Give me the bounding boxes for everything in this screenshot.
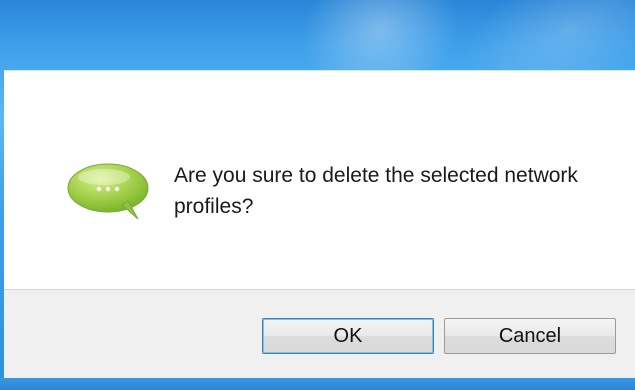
dialog-window: Are you sure to delete the selected netw…	[0, 0, 635, 390]
speech-bubble-icon	[67, 163, 149, 220]
window-bottom-frame	[0, 378, 635, 390]
dialog-footer: OK Cancel	[4, 290, 635, 379]
dialog-message: Are you sure to delete the selected netw…	[174, 164, 578, 218]
dialog-body: Are you sure to delete the selected netw…	[4, 71, 635, 289]
ok-button[interactable]: OK	[262, 318, 434, 354]
confirm-dialog: Are you sure to delete the selected netw…	[4, 70, 635, 379]
cancel-button[interactable]: Cancel	[444, 318, 616, 354]
